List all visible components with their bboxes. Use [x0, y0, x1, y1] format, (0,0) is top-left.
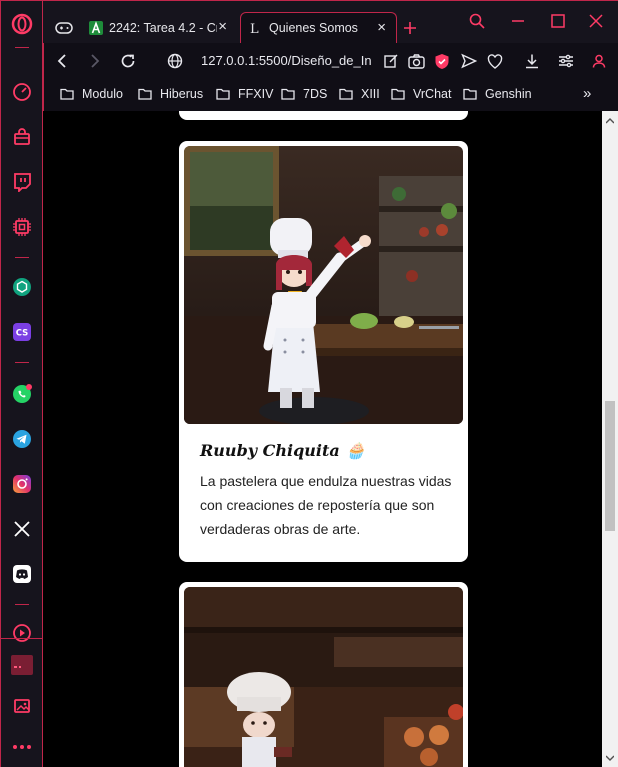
folder-icon: [138, 88, 152, 100]
sidebar-divider: [15, 604, 29, 605]
cupcake-icon: 🧁: [345, 441, 366, 460]
bookmark-label: Hiberus: [160, 87, 204, 101]
team-card-previous: [179, 111, 468, 120]
member-photo: [184, 146, 463, 424]
team-card: Ruuby Chiquita 🧁 La pastelera que endulz…: [179, 141, 468, 562]
bookmark-label: FFXIV: [238, 87, 274, 101]
more-icon[interactable]: [7, 732, 37, 762]
close-window-icon[interactable]: [586, 11, 606, 31]
member-description: La pastelera que endulza nuestras vidas …: [200, 473, 452, 537]
profile-icon[interactable]: [589, 51, 609, 71]
page-viewport: Ruuby Chiquita 🧁 La pastelera que endulz…: [43, 111, 602, 767]
svg-text:L: L: [250, 22, 259, 35]
bookmark-folder[interactable]: XIII: [339, 87, 380, 101]
bookmark-label: 7DS: [303, 87, 328, 101]
bookmark-folder[interactable]: 7DS: [281, 87, 327, 101]
tab-search-icon[interactable]: [467, 11, 487, 31]
opera-logo-icon[interactable]: [7, 9, 37, 39]
bookmark-label: VrChat: [413, 87, 452, 101]
telegram-icon[interactable]: [7, 424, 37, 454]
discord-icon[interactable]: [7, 559, 37, 589]
tab-preview-icon[interactable]: [7, 650, 37, 680]
gallery-icon[interactable]: [7, 691, 37, 721]
sidebar-divider: [1, 638, 43, 639]
instagram-icon[interactable]: [7, 469, 37, 499]
maximize-icon[interactable]: [548, 11, 568, 31]
page-scrollbar[interactable]: [602, 111, 618, 767]
scroll-up-icon: [606, 118, 614, 124]
adblock-shield-icon[interactable]: [432, 51, 452, 71]
bookmark-label: XIII: [361, 87, 380, 101]
tab-label: Quienes Somos: [269, 21, 358, 35]
team-card-next: [179, 582, 468, 767]
cpu-icon[interactable]: [7, 212, 37, 242]
bookmark-folder[interactable]: Modulo: [60, 87, 123, 101]
bookmarks-bar: Modulo Hiberus FFXIV 7DS XIII VrChat Gen…: [43, 79, 618, 111]
workspace-gamepad-icon[interactable]: [47, 12, 81, 43]
bookmark-label: Genshin: [485, 87, 532, 101]
snapshot-camera-icon[interactable]: [406, 51, 426, 71]
scroll-down-icon: [606, 755, 614, 761]
bookmarks-overflow-button[interactable]: »: [583, 85, 591, 102]
minimize-icon[interactable]: [508, 11, 528, 31]
opera-sidebar: CS: [1, 1, 43, 767]
send-icon[interactable]: [459, 51, 479, 71]
member-photo: [184, 587, 463, 767]
whatsapp-icon[interactable]: [7, 379, 37, 409]
player-icon[interactable]: [7, 618, 37, 648]
reload-button[interactable]: [118, 51, 138, 71]
tab-bar: 2242: Tarea 4.2 - Cr × L Quienes Somos ×: [43, 1, 618, 43]
tab-quienes-somos[interactable]: L Quienes Somos ×: [240, 12, 397, 43]
back-button[interactable]: [52, 51, 72, 71]
bookmark-folder[interactable]: Genshin: [463, 87, 532, 101]
member-name-text: Ruuby Chiquita: [200, 441, 340, 460]
cs-icon[interactable]: CS: [7, 317, 37, 347]
scrollbar-thumb[interactable]: [605, 401, 615, 531]
folder-icon: [281, 88, 295, 100]
forward-button[interactable]: [85, 51, 105, 71]
bookmark-folder[interactable]: VrChat: [391, 87, 451, 101]
plus-icon: [404, 21, 416, 34]
address-toolbar: 127.0.0.1:5500/Diseño_de_Inte: [43, 43, 618, 79]
tab-tarea[interactable]: 2242: Tarea 4.2 - Cr ×: [85, 12, 237, 43]
sidebar-divider: [15, 257, 29, 258]
folder-icon: [339, 88, 353, 100]
bookmark-label: Modulo: [82, 87, 123, 101]
heart-icon[interactable]: [485, 51, 505, 71]
folder-icon: [391, 88, 405, 100]
member-name: Ruuby Chiquita 🧁: [200, 441, 366, 460]
page-favicon-icon: L: [249, 21, 263, 35]
twitch-icon[interactable]: [7, 167, 37, 197]
easy-setup-icon[interactable]: [556, 51, 576, 71]
tab-label: 2242: Tarea 4.2 - Cr: [109, 20, 217, 35]
address-field[interactable]: 127.0.0.1:5500/Diseño_de_Inte: [201, 53, 371, 68]
speed-dial-icon[interactable]: [7, 77, 37, 107]
site-info-globe-icon[interactable]: [165, 51, 185, 71]
shopping-bag-icon[interactable]: [7, 122, 37, 152]
bookmark-folder[interactable]: Hiberus: [138, 87, 203, 101]
browser-window: CS 2242: Tarea 4.2 - Cr × L Quienes Somo…: [0, 0, 618, 767]
folder-icon: [60, 88, 74, 100]
chatgpt-icon[interactable]: [7, 272, 37, 302]
sidebar-divider: [15, 362, 29, 363]
folder-icon: [463, 88, 477, 100]
download-icon[interactable]: [522, 51, 542, 71]
bookmark-folder[interactable]: FFXIV: [216, 87, 273, 101]
close-tab-icon[interactable]: ×: [377, 20, 386, 35]
aules-favicon-icon: [89, 20, 103, 35]
new-tab-button[interactable]: [399, 12, 421, 43]
folder-icon: [216, 88, 230, 100]
edit-page-icon[interactable]: [381, 51, 401, 71]
svg-text:CS: CS: [16, 329, 29, 339]
sidebar-divider: [15, 47, 29, 48]
close-tab-icon[interactable]: ×: [218, 19, 227, 34]
x-icon[interactable]: [7, 514, 37, 544]
